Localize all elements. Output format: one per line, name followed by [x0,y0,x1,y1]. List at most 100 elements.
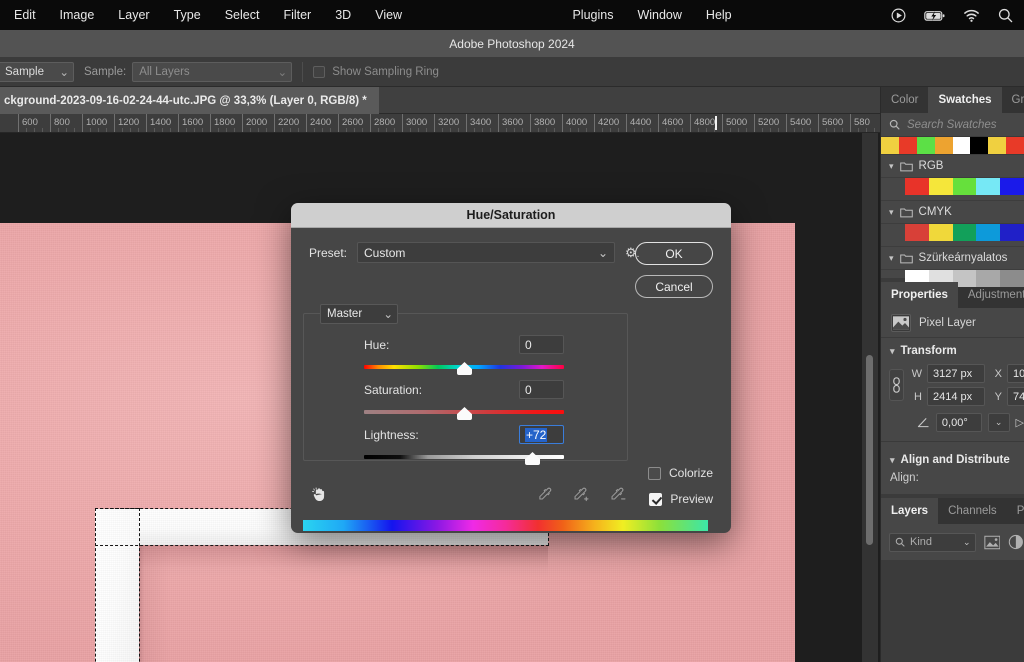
tab-channels[interactable]: Channels [938,498,1007,524]
swatch-chip[interactable] [988,137,1006,154]
angle-dropdown[interactable]: ⌄ [988,413,1010,432]
layers-panel-tabbar: Layers Channels Path [881,498,1024,524]
tab-layers[interactable]: Layers [881,498,938,524]
ruler-tick-label: 2200 [274,117,299,128]
saturation-value-field[interactable]: 0 [519,380,564,399]
search-swatches-input[interactable]: Search Swatches [881,113,1024,137]
chevron-down-icon: ⌄ [49,65,69,79]
swatch-chip[interactable] [917,137,935,154]
eyedropper-icon[interactable] [537,486,554,503]
swatch-chip[interactable] [1000,224,1024,241]
ruler-tick-label: 3000 [402,117,427,128]
ruler-minor-tick [586,128,587,132]
ruler-minor-tick [66,128,67,132]
link-constrain-icon[interactable] [889,369,904,401]
channel-select[interactable]: Master ⌄ [320,304,398,324]
ruler-minor-tick [698,128,699,132]
align-section-header[interactable]: ▾ Align and Distribute [881,442,1024,472]
swatch-group-row[interactable] [881,224,1024,246]
flip-icon[interactable]: ▷ [1016,416,1024,429]
swatch-chip[interactable] [905,178,929,195]
ruler-minor-tick [418,128,419,132]
swatch-chip[interactable] [953,137,971,154]
cancel-button[interactable]: Cancel [635,275,713,298]
tab-color[interactable]: Color [881,87,928,113]
spotlight-search-icon[interactable] [997,7,1014,24]
swatch-chip[interactable] [953,224,977,241]
swatch-group-header[interactable]: ▾CMYK [881,200,1024,224]
menu-item-plugins[interactable]: Plugins [560,0,625,30]
menu-item-3d[interactable]: 3D [323,0,363,30]
swatch-chip[interactable] [976,178,1000,195]
canvas-scrollbar-thumb[interactable] [866,355,873,545]
eyedropper-add-icon[interactable] [572,486,591,503]
menu-item-window[interactable]: Window [625,0,693,30]
control-center-icon[interactable] [890,7,907,24]
swatch-group-header[interactable]: ▾Szürkeárnyalatos [881,246,1024,270]
hand-grab-icon[interactable] [311,486,328,507]
layer-filter-select[interactable]: Kind ⌄ [889,533,976,552]
swatch-chip[interactable] [976,224,1000,241]
angle-field[interactable]: 0,00° [936,413,982,432]
y-field[interactable]: 74 [1007,387,1024,406]
adjustment-filter-icon[interactable] [1008,534,1024,550]
lightness-value-field[interactable]: +72 [519,425,564,444]
saturation-slider-thumb[interactable] [457,407,472,420]
ruler-minor-tick [362,128,363,132]
preview-checkbox[interactable] [649,493,662,506]
tab-gradients[interactable]: Gradi [1002,87,1024,113]
sample-layers-select[interactable]: All Layers ⌄ [132,62,292,82]
swatch-chip[interactable] [1000,178,1024,195]
colorize-checkbox[interactable] [648,467,661,480]
swatch-chip[interactable] [899,137,917,154]
swatch-group-label: RGB [919,160,944,172]
hue-slider-thumb[interactable] [457,362,472,375]
preset-select[interactable]: Custom ⌄ [357,242,615,263]
swatch-chip[interactable] [905,224,929,241]
tool-preset-select[interactable]: Sample ⌄ [0,62,74,82]
tab-adjustments[interactable]: Adjustments [958,282,1024,308]
swatch-chip[interactable] [970,137,988,154]
swatch-chip[interactable] [953,178,977,195]
ruler-minor-tick [482,128,483,132]
pixel-filter-icon[interactable] [984,535,1001,550]
document-tab[interactable]: ckground-2023-09-16-02-24-44-utc.JPG @ 3… [0,87,379,114]
tab-paths[interactable]: Path [1007,498,1024,524]
width-field[interactable]: 3127 px [927,364,985,383]
swatch-chip[interactable] [881,137,899,154]
dialog-title-bar[interactable]: Hue/Saturation [291,203,731,228]
horizontal-ruler[interactable]: 6008001000120014001600180020002200240026… [0,114,880,133]
lightness-slider-thumb[interactable] [525,452,540,465]
app-title: Adobe Photoshop 2024 [449,37,574,51]
options-divider [302,62,303,82]
eyedropper-subtract-icon[interactable] [609,486,628,503]
swatch-chip[interactable] [1006,137,1024,154]
swatch-group-row[interactable] [881,270,1024,278]
x-field[interactable]: 10 [1007,364,1024,383]
battery-charging-icon[interactable] [924,7,946,24]
chevron-down-icon: ▾ [890,455,895,466]
swatch-group-header[interactable]: ▾RGB [881,154,1024,178]
menu-item-image[interactable]: Image [48,0,107,30]
menu-item-select[interactable]: Select [213,0,272,30]
menu-item-type[interactable]: Type [162,0,213,30]
menu-item-view[interactable]: View [363,0,414,30]
menu-item-layer[interactable]: Layer [106,0,161,30]
swatch-chip[interactable] [929,224,953,241]
wifi-icon[interactable] [963,7,980,24]
swatch-chip[interactable] [935,137,953,154]
ok-button[interactable]: OK [635,242,713,265]
menu-item-filter[interactable]: Filter [271,0,323,30]
tab-properties[interactable]: Properties [881,282,958,308]
menu-item-help[interactable]: Help [694,0,744,30]
menu-item-edit[interactable]: Edit [0,0,48,30]
tab-swatches[interactable]: Swatches [928,87,1001,113]
hue-value-field[interactable]: 0 [519,335,564,354]
swatch-chip[interactable] [929,178,953,195]
height-field[interactable]: 2414 px [927,387,985,406]
preview-label: Preview [670,492,713,506]
show-sampling-ring-checkbox[interactable] [313,66,325,78]
swatch-group-row[interactable] [881,178,1024,200]
transform-section-header[interactable]: ▾ Transform [881,338,1024,364]
recent-swatches-row[interactable] [881,137,1024,154]
